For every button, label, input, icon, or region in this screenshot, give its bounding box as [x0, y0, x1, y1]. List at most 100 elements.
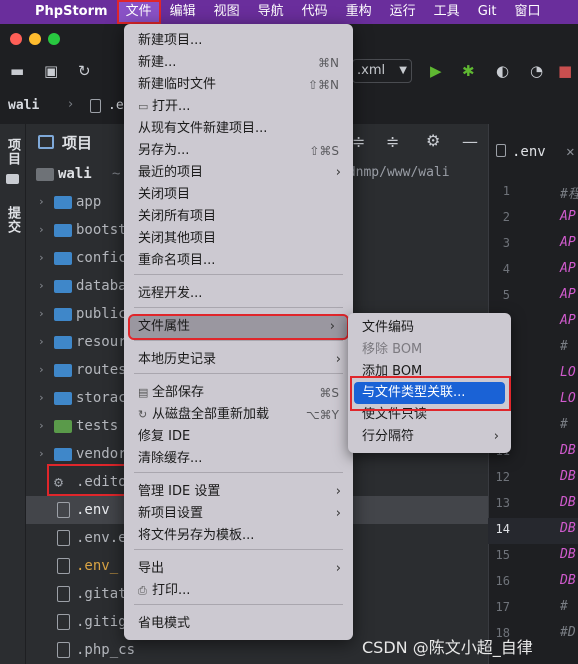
- file-menu-item-label: 重命名项目...: [138, 253, 216, 268]
- file-menu-item[interactable]: ▭ 打开...: [124, 96, 353, 118]
- file-menu-item[interactable]: ▤ 全部保存 ⌘S: [124, 382, 353, 404]
- app-menu[interactable]: PhpStorm: [26, 0, 117, 24]
- file-menu-item[interactable]: 新建临时文件 ⇧⌘N: [124, 74, 353, 96]
- file-menu-item-label: 关闭项目: [138, 187, 191, 202]
- printer-icon: ⎙: [138, 584, 147, 597]
- file-menu-item[interactable]: 另存为... ⇧⌘S: [124, 140, 353, 162]
- file-menu-item[interactable]: 从现有文件新建项目...: [124, 118, 353, 140]
- code-line[interactable]: #: [560, 339, 568, 354]
- menu-tools[interactable]: 工具: [425, 0, 469, 24]
- file-menu-item[interactable]: 重命名项目...: [124, 250, 353, 272]
- menu-window[interactable]: 窗口: [505, 0, 549, 24]
- file-menu-item[interactable]: 新项目设置 ›: [124, 503, 353, 525]
- code-line[interactable]: AP: [560, 235, 576, 250]
- file-menu-item-label: 远程开发...: [138, 286, 203, 301]
- code-line[interactable]: DB: [560, 443, 576, 458]
- tree-item-label: .env: [76, 502, 110, 518]
- submenu-item[interactable]: 文件编码: [348, 317, 511, 339]
- menu-file[interactable]: 文件: [116, 0, 161, 24]
- save-icon[interactable]: ▣: [44, 62, 58, 80]
- file-menu-item-label: 文件属性: [138, 319, 191, 334]
- collapse-all-icon[interactable]: ≑: [386, 132, 399, 151]
- code-line[interactable]: #: [560, 417, 568, 432]
- tool-window-project[interactable]: 项目: [3, 138, 22, 166]
- menu-edit[interactable]: 编辑: [161, 0, 205, 24]
- file-menu-item[interactable]: ⎙ 打印...: [124, 580, 353, 602]
- submenu-item-label: 文件编码: [362, 320, 415, 335]
- tool-window-strip: 项目 提交: [0, 124, 26, 664]
- tree-item-label: resour: [76, 334, 127, 350]
- file-menu-item[interactable]: 导出 ›: [124, 558, 353, 580]
- file-menu-item[interactable]: 关闭所有项目: [124, 206, 353, 228]
- zoom-window-button[interactable]: [48, 33, 60, 45]
- run-config-selector[interactable]: .xml ▼: [352, 59, 412, 83]
- minimize-window-button[interactable]: [29, 33, 41, 45]
- file-menu-item[interactable]: 最近的项目 ›: [124, 162, 353, 184]
- breadcrumb-file[interactable]: .e: [108, 98, 124, 113]
- editor-tab[interactable]: .env ✕: [496, 138, 578, 166]
- chevron-right-icon: ›: [335, 165, 341, 180]
- menu-view[interactable]: 视图: [205, 0, 249, 24]
- code-line[interactable]: DB: [560, 573, 576, 588]
- project-panel-title[interactable]: 项目: [62, 132, 92, 153]
- code-line[interactable]: DB: [560, 495, 576, 510]
- code-line[interactable]: AP: [560, 209, 576, 224]
- file-menu-item[interactable]: 关闭其他项目: [124, 228, 353, 250]
- debug-icon[interactable]: ✱: [462, 62, 475, 80]
- file-menu-item[interactable]: 管理 IDE 设置 ›: [124, 481, 353, 503]
- folder-icon: [54, 448, 72, 461]
- open-folder-icon[interactable]: ▬: [10, 62, 24, 80]
- gear-icon[interactable]: ⚙: [426, 131, 440, 150]
- file-menu-item[interactable]: 修复 IDE: [124, 426, 353, 448]
- folder-icon: [54, 336, 72, 349]
- submenu-item[interactable]: 行分隔符 ›: [348, 426, 511, 448]
- menu-code[interactable]: 代码: [293, 0, 337, 24]
- menu-run[interactable]: 运行: [381, 0, 425, 24]
- sync-icon[interactable]: ↻: [78, 62, 91, 80]
- file-menu-item-label: 修复 IDE: [138, 429, 191, 444]
- code-line[interactable]: AP: [560, 287, 576, 302]
- code-line[interactable]: DB: [560, 469, 576, 484]
- stop-icon[interactable]: ■: [558, 62, 572, 80]
- file-menu-item-label: 新建临时文件: [138, 77, 217, 92]
- file-menu-item[interactable]: 省电模式: [124, 613, 353, 635]
- chevron-right-icon: ›: [329, 319, 335, 334]
- file-menu-item[interactable]: 本地历史记录 ›: [124, 349, 353, 371]
- code-line[interactable]: AP: [560, 313, 576, 328]
- file-menu-item-label: 打开...: [152, 99, 191, 114]
- tool-window-commit[interactable]: 提交: [3, 206, 22, 234]
- breadcrumb-project[interactable]: wali: [8, 98, 39, 113]
- code-line[interactable]: LO: [560, 391, 576, 406]
- code-line[interactable]: DB: [560, 547, 576, 562]
- file-menu-item[interactable]: 关闭项目: [124, 184, 353, 206]
- code-line[interactable]: #D: [560, 625, 576, 640]
- menu-navigate[interactable]: 导航: [249, 0, 293, 24]
- hide-panel-icon[interactable]: —: [462, 132, 478, 151]
- code-line[interactable]: AP: [560, 261, 576, 276]
- expand-all-icon[interactable]: ≑: [352, 132, 365, 151]
- file-menu-item[interactable]: 远程开发...: [124, 283, 353, 305]
- file-menu-item-label: 新建项目...: [138, 33, 203, 48]
- file-menu-item[interactable]: 新建项目...: [124, 30, 353, 52]
- menu-git[interactable]: Git: [469, 0, 506, 24]
- line-number: 1: [502, 184, 510, 198]
- submenu-item-label: 移除 BOM: [362, 342, 423, 357]
- file-menu-item[interactable]: 清除缓存...: [124, 448, 353, 470]
- menu-refactor[interactable]: 重构: [337, 0, 381, 24]
- coverage-icon[interactable]: ◐: [496, 62, 509, 80]
- file-menu-item[interactable]: 将文件另存为模板...: [124, 525, 353, 547]
- apple-icon[interactable]: [0, 0, 26, 24]
- run-icon[interactable]: ▶: [430, 62, 442, 80]
- code-line[interactable]: LO: [560, 365, 576, 380]
- close-window-button[interactable]: [10, 33, 22, 45]
- file-menu-item[interactable]: 文件属性 ›: [128, 314, 349, 340]
- file-menu-item[interactable]: ↻ 从磁盘全部重新加载 ⌥⌘Y: [124, 404, 353, 426]
- profiler-icon[interactable]: ◔: [530, 62, 543, 80]
- file-menu-item[interactable]: 新建... ⌘N: [124, 52, 353, 74]
- close-tab-icon[interactable]: ✕: [566, 144, 574, 160]
- code-line[interactable]: DB: [560, 521, 576, 536]
- line-number: 2: [502, 210, 510, 224]
- code-line[interactable]: #程: [560, 183, 578, 202]
- code-line[interactable]: #: [560, 599, 568, 614]
- tree-item-label: .php_cs: [76, 642, 136, 658]
